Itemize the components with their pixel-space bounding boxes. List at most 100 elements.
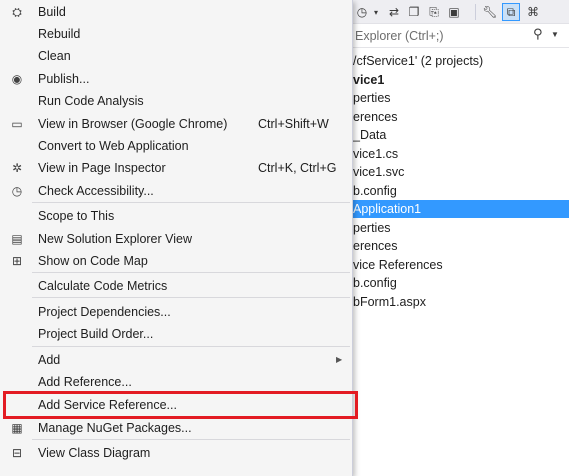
menu-separator xyxy=(32,272,350,273)
menu-item-label: Project Build Order... xyxy=(38,327,154,341)
copy-icon[interactable]: ⎘ xyxy=(425,3,443,21)
menu-item-add-reference[interactable]: Add Reference... xyxy=(0,371,352,393)
tree-item[interactable]: bForm1.aspx xyxy=(353,293,569,311)
submenu-arrow-icon: ▶ xyxy=(336,355,343,364)
menu-item-add[interactable]: Add ▶ xyxy=(0,349,352,371)
publish-globe-icon: ◉ xyxy=(11,72,23,86)
menu-item-label: View Class Diagram xyxy=(38,446,151,460)
menu-item-label: Add xyxy=(38,353,61,367)
tree-item[interactable]: vice References xyxy=(353,256,569,274)
menu-item-project-build-order[interactable]: Project Build Order... xyxy=(0,323,352,345)
menu-item-clean[interactable]: Clean xyxy=(0,45,352,67)
tree-item[interactable]: Application1 xyxy=(353,200,569,218)
menu-item-label: Publish... xyxy=(38,72,90,86)
menu-item-label: Calculate Code Metrics xyxy=(38,279,168,293)
menu-item-build[interactable]: ⛭ Build xyxy=(0,1,352,23)
tree-item-label: b.config xyxy=(353,276,397,290)
tree-item[interactable]: erences xyxy=(353,108,569,126)
tree-item-label: perties xyxy=(353,221,391,235)
search-icon[interactable]: ⚲ xyxy=(533,27,543,42)
tree-item-label: vice1.svc xyxy=(353,165,405,179)
collapse-all-icon[interactable]: ❐ xyxy=(405,3,423,21)
tree-item[interactable]: b.config xyxy=(353,274,569,292)
toolbar-separator xyxy=(475,4,476,20)
class-view-icon[interactable]: ⌘ xyxy=(524,3,542,21)
menu-separator xyxy=(32,346,350,347)
menu-item-label: Check Accessibility... xyxy=(38,184,154,198)
preview-selected-items-icon[interactable]: ⧉ xyxy=(502,3,520,21)
tree-item-label: Application1 xyxy=(353,202,422,216)
show-all-files-icon[interactable]: ▣ xyxy=(445,3,463,21)
tree-item[interactable]: vice1.svc xyxy=(353,163,569,181)
menu-item-label: View in Page Inspector xyxy=(38,161,166,175)
tree-item-label: erences xyxy=(353,239,398,253)
menu-item-label: Add Reference... xyxy=(38,375,132,389)
menu-item-label: Rebuild xyxy=(38,27,81,41)
menu-item-label: Show on Code Map xyxy=(38,254,148,268)
accessibility-clock-icon: ◷ xyxy=(11,184,23,198)
tree-item-label: perties xyxy=(353,91,391,105)
menu-item-shortcut: Ctrl+Shift+W xyxy=(258,117,329,131)
menu-item-manage-nuget-packages[interactable]: ▦ Manage NuGet Packages... xyxy=(0,417,352,439)
properties-wrench-icon[interactable]: 🔧︎ xyxy=(481,3,499,21)
tree-item[interactable]: vice1 xyxy=(353,71,569,89)
menu-item-label: New Solution Explorer View xyxy=(38,232,193,246)
menu-item-view-in-browser-google-chrome[interactable]: ▭ View in Browser (Google Chrome) Ctrl+Shi… xyxy=(0,113,352,135)
menu-item-view-in-page-inspector[interactable]: ✲ View in Page Inspector Ctrl+K, Ctrl+G xyxy=(0,157,352,179)
menu-item-run-code-analysis[interactable]: Run Code Analysis xyxy=(0,90,352,112)
menu-item-label: Clean xyxy=(38,49,71,63)
tree-item[interactable]: perties xyxy=(353,89,569,107)
tree-item[interactable]: perties xyxy=(353,219,569,237)
tree-item[interactable]: b.config xyxy=(353,182,569,200)
menu-item-show-on-code-map[interactable]: ⊞ Show on Code Map xyxy=(0,250,352,272)
tree-item-label: _Data xyxy=(353,128,387,142)
menu-item-shortcut: Ctrl+K, Ctrl+G xyxy=(258,161,337,175)
page-inspector-icon: ✲ xyxy=(11,161,23,175)
tree-item-label: vice References xyxy=(353,258,443,272)
class-diagram-icon: ⊟ xyxy=(11,446,23,460)
dropdown-arrow-icon[interactable]: ▾ xyxy=(367,3,385,21)
new-explorer-view-icon: ▤ xyxy=(11,232,23,246)
menu-item-check-accessibility[interactable]: ◷ Check Accessibility... xyxy=(0,180,352,202)
tree-item[interactable]: _Data xyxy=(353,126,569,144)
tree-item[interactable]: erences xyxy=(353,237,569,255)
menu-item-view-class-diagram[interactable]: ⊟ View Class Diagram xyxy=(0,442,352,464)
menu-item-label: Convert to Web Application xyxy=(38,139,189,153)
menu-item-rebuild[interactable]: Rebuild xyxy=(0,23,352,45)
menu-item-project-dependencies[interactable]: Project Dependencies... xyxy=(0,301,352,323)
tree-item[interactable]: vice1.cs xyxy=(353,145,569,163)
search-input[interactable]: Explorer (Ctrl+;) xyxy=(355,29,444,43)
menu-separator xyxy=(32,297,350,298)
menu-item-label: Manage NuGet Packages... xyxy=(38,421,192,435)
build-icon: ⛭ xyxy=(12,4,22,19)
tree-item-label: vice1 xyxy=(353,73,385,87)
tree-item-label: bForm1.aspx xyxy=(353,295,426,309)
menu-item-publish[interactable]: ◉ Publish... xyxy=(0,68,352,90)
solution-explorer-search[interactable]: Explorer (Ctrl+;) ⚲ ▼ xyxy=(353,24,569,48)
menu-separator xyxy=(32,439,350,440)
menu-item-scope-to-this[interactable]: Scope to This xyxy=(0,205,352,227)
browser-window-icon: ▭ xyxy=(11,117,23,131)
search-options-dropdown-icon[interactable]: ▼ xyxy=(551,30,559,39)
solution-explorer-toolbar: ◷ ▾ ⇄ ❐ ⎘ ▣ 🔧︎ ⧉ ⌘ xyxy=(353,0,569,24)
menu-item-add-service-reference[interactable]: Add Service Reference... xyxy=(0,394,352,416)
menu-separator xyxy=(32,202,350,203)
menu-item-label: Run Code Analysis xyxy=(38,94,144,108)
tree-item-label: erences xyxy=(353,110,398,124)
menu-item-label: Build xyxy=(38,5,66,19)
code-map-icon: ⊞ xyxy=(11,254,23,268)
menu-item-label: View in Browser (Google Chrome) xyxy=(38,117,228,131)
menu-item-calculate-code-metrics[interactable]: Calculate Code Metrics xyxy=(0,275,352,297)
nuget-package-icon: ▦ xyxy=(11,421,23,435)
tree-item-label: b.config xyxy=(353,184,397,198)
tree-item[interactable]: /cfService1' (2 projects) xyxy=(353,52,569,70)
menu-item-label: Scope to This xyxy=(38,209,115,223)
project-context-menu: ⛭ Build Rebuild Clean ◉ Publish... Run Code An… xyxy=(0,0,353,476)
menu-item-label: Add Service Reference... xyxy=(38,398,177,412)
refresh-icon[interactable]: ⇄ xyxy=(385,3,403,21)
menu-item-label: Project Dependencies... xyxy=(38,305,171,319)
menu-item-new-solution-explorer-view[interactable]: ▤ New Solution Explorer View xyxy=(0,228,352,250)
menu-item-convert-to-web-application[interactable]: Convert to Web Application xyxy=(0,135,352,157)
tree-item-label: /cfService1' (2 projects) xyxy=(353,54,484,68)
tree-item-label: vice1.cs xyxy=(353,147,399,161)
